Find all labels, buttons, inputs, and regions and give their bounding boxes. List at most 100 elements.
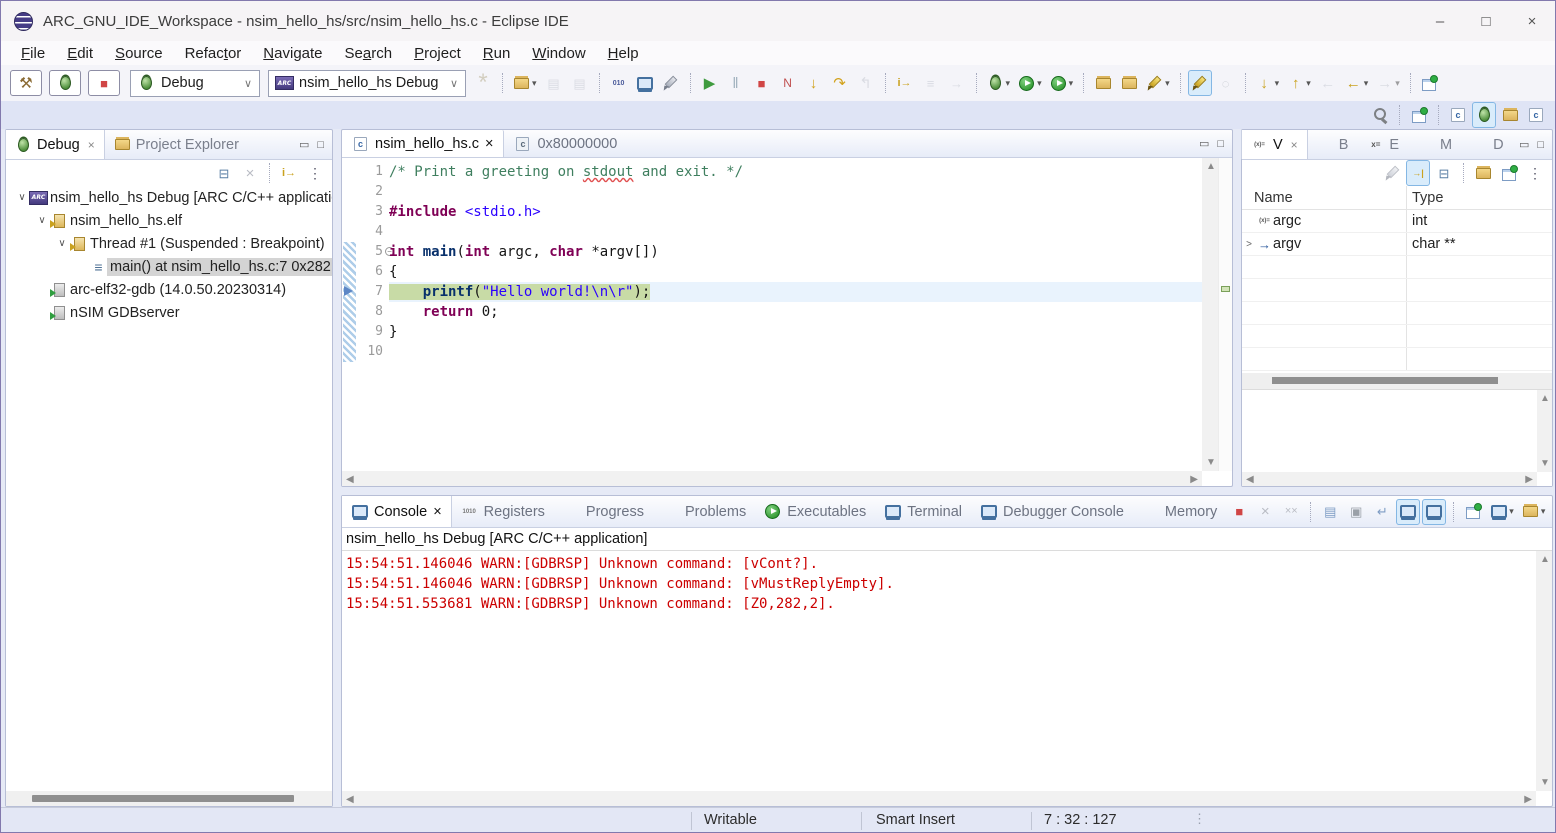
menu-item-file[interactable]: File [11, 44, 55, 63]
perspective-debug-button[interactable] [1472, 102, 1496, 128]
variables-tab-v[interactable]: (x)=V× [1241, 130, 1308, 159]
console-terminate-button[interactable]: ■ [1227, 499, 1251, 525]
variables-tab-m[interactable]: M [1409, 130, 1462, 159]
show-logical-structure-button[interactable]: →| [1406, 160, 1430, 186]
menu-item-window[interactable]: Window [522, 44, 595, 63]
tree-chevron-icon[interactable]: ∨ [34, 215, 50, 226]
open-perspective-button[interactable] [1407, 102, 1431, 128]
console-hscrollbar[interactable]: ◀ ▶ [342, 791, 1536, 806]
hscroll-thumb[interactable] [1272, 377, 1498, 384]
close-tab-icon[interactable]: × [485, 136, 493, 152]
mark-occurrences-button[interactable] [1188, 70, 1212, 96]
menu-item-run[interactable]: Run [473, 44, 521, 63]
minimize-button[interactable]: – [1417, 1, 1463, 41]
variable-detail-pane[interactable]: ▲ ▼ ◀ ▶ [1242, 389, 1552, 486]
launch-mode-selector[interactable]: Debug∨ [130, 70, 260, 97]
column-header-name[interactable]: Name [1242, 190, 1406, 206]
show-stderr-button[interactable] [1422, 499, 1446, 525]
pin-console-button[interactable] [1461, 499, 1485, 525]
instruction-stepping-mode-button[interactable]: i→ [277, 160, 301, 186]
terminate-button[interactable]: ■ [750, 70, 774, 96]
menu-item-source[interactable]: Source [105, 44, 173, 63]
open-console-dropdown-arrow[interactable]: ▾ [1541, 506, 1546, 517]
new-view-button[interactable] [1471, 160, 1495, 186]
back-button[interactable]: ←▾ [1342, 70, 1372, 96]
menu-item-search[interactable]: Search [335, 44, 403, 63]
word-wrap-button[interactable]: ↵ [1370, 499, 1394, 525]
collapse-all-button[interactable]: ⊟ [1432, 160, 1456, 186]
forward-dropdown-arrow[interactable]: ▾ [1395, 78, 1400, 89]
next-annotation-dropdown-arrow[interactable]: ▾ [1275, 78, 1280, 89]
menu-item-navigate[interactable]: Navigate [253, 44, 332, 63]
menu-item-project[interactable]: Project [404, 44, 471, 63]
open-task-dropdown-arrow[interactable]: ▾ [1165, 78, 1170, 89]
view-menu-button[interactable]: ⋮ [1523, 160, 1547, 186]
variable-row[interactable]: >→argvchar ** [1242, 233, 1552, 256]
console-tab-registers[interactable]: 1010Registers [452, 496, 554, 527]
menu-item-edit[interactable]: Edit [57, 44, 103, 63]
variables-tab-b[interactable]: B [1308, 130, 1359, 159]
variable-row[interactable]: (x)=argcint [1242, 210, 1552, 233]
debug-tree-item[interactable]: ∨nsim_hello_hs.elf [6, 209, 332, 232]
console-vscrollbar[interactable]: ▲ ▼ [1536, 551, 1552, 791]
editor-hscrollbar[interactable]: ◀ ▶ [342, 471, 1202, 486]
display-selected-console-button[interactable]: ▾ [1487, 499, 1517, 525]
open-console-view-button[interactable] [633, 70, 657, 96]
step-over-button[interactable]: ↷ [828, 70, 852, 96]
variable-chevron-icon[interactable]: > [1242, 239, 1256, 250]
console-tab-terminal[interactable]: Terminal [875, 496, 971, 527]
open-new-view-button[interactable] [1497, 160, 1521, 186]
variables-hscrollbar[interactable] [1242, 373, 1552, 389]
close-tab-icon[interactable]: × [433, 504, 441, 520]
detail-vscrollbar[interactable]: ▲ ▼ [1537, 390, 1552, 472]
perspective-c-button[interactable] [1524, 102, 1548, 128]
column-header-type[interactable]: Type [1406, 190, 1443, 206]
tree-chevron-icon[interactable]: ∨ [14, 192, 30, 203]
launch-config-selector[interactable]: nsim_hello_hs Debug∨ [268, 70, 466, 97]
show-stdout-button[interactable] [1396, 499, 1420, 525]
maximize-view-button[interactable]: □ [1217, 138, 1224, 150]
editor-vscrollbar[interactable]: ▲ ▼ [1202, 158, 1218, 471]
build-binary-button[interactable]: 010 [607, 70, 631, 96]
console-tab-progress[interactable]: Progress [554, 496, 653, 527]
maximize-view-button[interactable]: □ [1537, 139, 1544, 151]
open-task-button[interactable]: ▾ [1143, 70, 1173, 96]
console-tab-problems[interactable]: Problems [653, 496, 755, 527]
new-wizard-button[interactable]: ▾ [510, 70, 540, 96]
pin-editor-button[interactable] [1418, 70, 1442, 96]
code-area[interactable]: /* Print a greeting on stdout and exit. … [389, 158, 1202, 471]
view-menu-button[interactable]: ⋮ [303, 160, 327, 186]
debug-tree-item[interactable]: ≡main() at nsim_hello_hs.c:7 0x282 [6, 255, 332, 278]
terminate-launch-button[interactable]: ■ [88, 70, 120, 96]
minimize-view-button[interactable]: ▭ [1519, 138, 1529, 151]
search-button[interactable] [1368, 102, 1392, 128]
variables-tab-d[interactable]: D [1462, 130, 1513, 159]
perspective-cpp-button[interactable] [1446, 102, 1470, 128]
previous-annotation-button[interactable]: ↑▾ [1284, 70, 1314, 96]
resume-button[interactable]: ▶ [698, 70, 722, 96]
editor-tab-0x80000000[interactable]: 0x80000000 [504, 130, 627, 157]
hscroll-thumb[interactable] [32, 795, 294, 802]
run-history-dropdown-arrow[interactable]: ▾ [1037, 78, 1042, 89]
debug-tab-project-explorer[interactable]: Project Explorer [105, 130, 249, 159]
remove-all-launches-button[interactable]: ×× [1279, 499, 1303, 525]
tree-chevron-icon[interactable]: ∨ [54, 238, 70, 249]
debug-last-launch-button[interactable] [49, 70, 81, 96]
console-tab-memory[interactable]: Memory [1133, 496, 1226, 527]
console-tab-console[interactable]: Console× [342, 496, 452, 527]
remove-launch-button[interactable]: × [1253, 499, 1277, 525]
variables-tab-e[interactable]: x=E [1358, 130, 1409, 159]
debug-tree-item[interactable]: arc-elf32-gdb (14.0.50.20230314) [6, 278, 332, 301]
external-tools-button[interactable]: ▾ [1047, 70, 1077, 96]
external-tools-dropdown-arrow[interactable]: ▾ [1069, 78, 1074, 89]
debug-view-hscrollbar[interactable] [6, 791, 332, 806]
status-grip-icon[interactable]: ⋮ [1193, 811, 1207, 827]
back-dropdown-arrow[interactable]: ▾ [1364, 78, 1369, 89]
close-button[interactable]: × [1509, 1, 1555, 41]
clear-console-button[interactable]: ▤ [1318, 499, 1342, 525]
suspend-button[interactable]: ‖ [724, 70, 748, 96]
scroll-lock-button[interactable]: ▣ [1344, 499, 1368, 525]
minimize-view-button[interactable]: ▭ [1550, 499, 1556, 525]
build-button[interactable]: ⚒ [10, 70, 42, 96]
editor-tab-nsim-hello-hs-c[interactable]: nsim_hello_hs.c× [342, 130, 504, 157]
